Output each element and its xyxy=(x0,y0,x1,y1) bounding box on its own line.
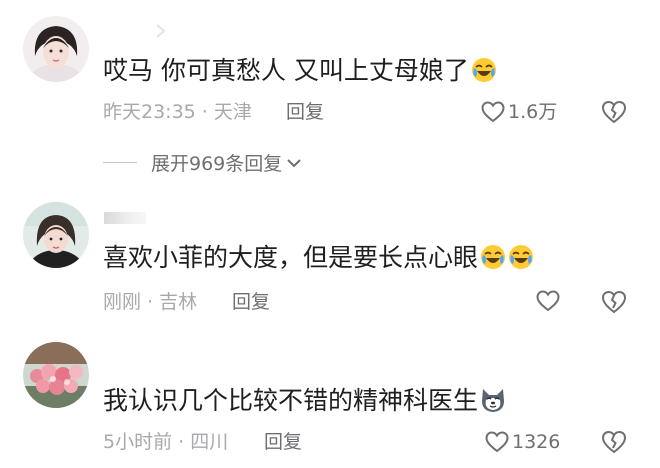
divider-line xyxy=(103,162,137,163)
comment-body: 喜欢小菲的大度，但是要长点心眼 xyxy=(103,243,479,272)
broken-heart-icon xyxy=(601,100,627,124)
like-count: 1326 xyxy=(512,431,561,453)
laugh-cry-emoji xyxy=(471,57,497,83)
username[interactable] xyxy=(104,212,146,224)
location: 吉林 xyxy=(159,291,198,313)
broken-heart-icon xyxy=(601,430,627,454)
location: 天津 xyxy=(213,101,252,123)
reply-button[interactable]: 回复 xyxy=(264,430,302,454)
laugh-cry-emoji xyxy=(508,244,534,270)
like-button[interactable]: 1326 xyxy=(485,430,560,454)
broken-heart-icon xyxy=(601,290,627,314)
timestamp: 5小时前 xyxy=(103,431,173,453)
expand-replies-button[interactable]: 展开969条回复 xyxy=(103,149,302,176)
dislike-button[interactable] xyxy=(601,100,627,124)
comment-text: 喜欢小菲的大度，但是要长点心眼 xyxy=(103,243,534,273)
dislike-button[interactable] xyxy=(601,430,627,454)
avatar[interactable] xyxy=(23,202,89,268)
heart-outline-icon xyxy=(536,290,560,312)
meta-separator: · xyxy=(141,291,160,313)
comment-list: 哎马 你可真愁人 又叫上丈母娘了 昨天23:35 · 天津 回复 1.6万 展开… xyxy=(0,0,660,468)
husky-dog-emoji xyxy=(480,387,506,413)
comment-text: 我认识几个比较不错的精神科医生 xyxy=(103,386,506,416)
heart-outline-icon xyxy=(485,431,509,453)
timestamp: 刚刚 xyxy=(103,291,142,313)
expand-replies-label: 展开969条回复 xyxy=(151,153,283,175)
like-count: 1.6万 xyxy=(508,101,558,123)
comment-body: 我认识几个比较不错的精神科医生 xyxy=(103,386,479,415)
chevron-down-icon xyxy=(287,158,301,167)
meta-separator: · xyxy=(195,101,214,123)
laugh-cry-emoji xyxy=(480,244,506,270)
location: 四川 xyxy=(190,431,229,453)
comment-meta: 昨天23:35 · 天津 xyxy=(103,100,252,124)
dislike-button[interactable] xyxy=(601,290,627,314)
comment-meta: 刚刚 · 吉林 xyxy=(103,290,197,314)
meta-separator: · xyxy=(172,431,191,453)
heart-outline-icon xyxy=(481,101,505,123)
reply-button[interactable]: 回复 xyxy=(232,290,270,314)
comment-body: 哎马 你可真愁人 又叫上丈母娘了 xyxy=(103,56,469,85)
like-button[interactable]: 1.6万 xyxy=(481,100,557,124)
avatar[interactable] xyxy=(23,16,89,82)
chevron-right-icon xyxy=(156,24,166,38)
comment-meta: 5小时前 · 四川 xyxy=(103,430,228,454)
reply-button[interactable]: 回复 xyxy=(286,100,324,124)
like-button[interactable] xyxy=(536,290,563,312)
comment-text: 哎马 你可真愁人 又叫上丈母娘了 xyxy=(103,56,497,86)
avatar[interactable] xyxy=(23,342,89,408)
timestamp: 昨天23:35 xyxy=(103,101,196,123)
